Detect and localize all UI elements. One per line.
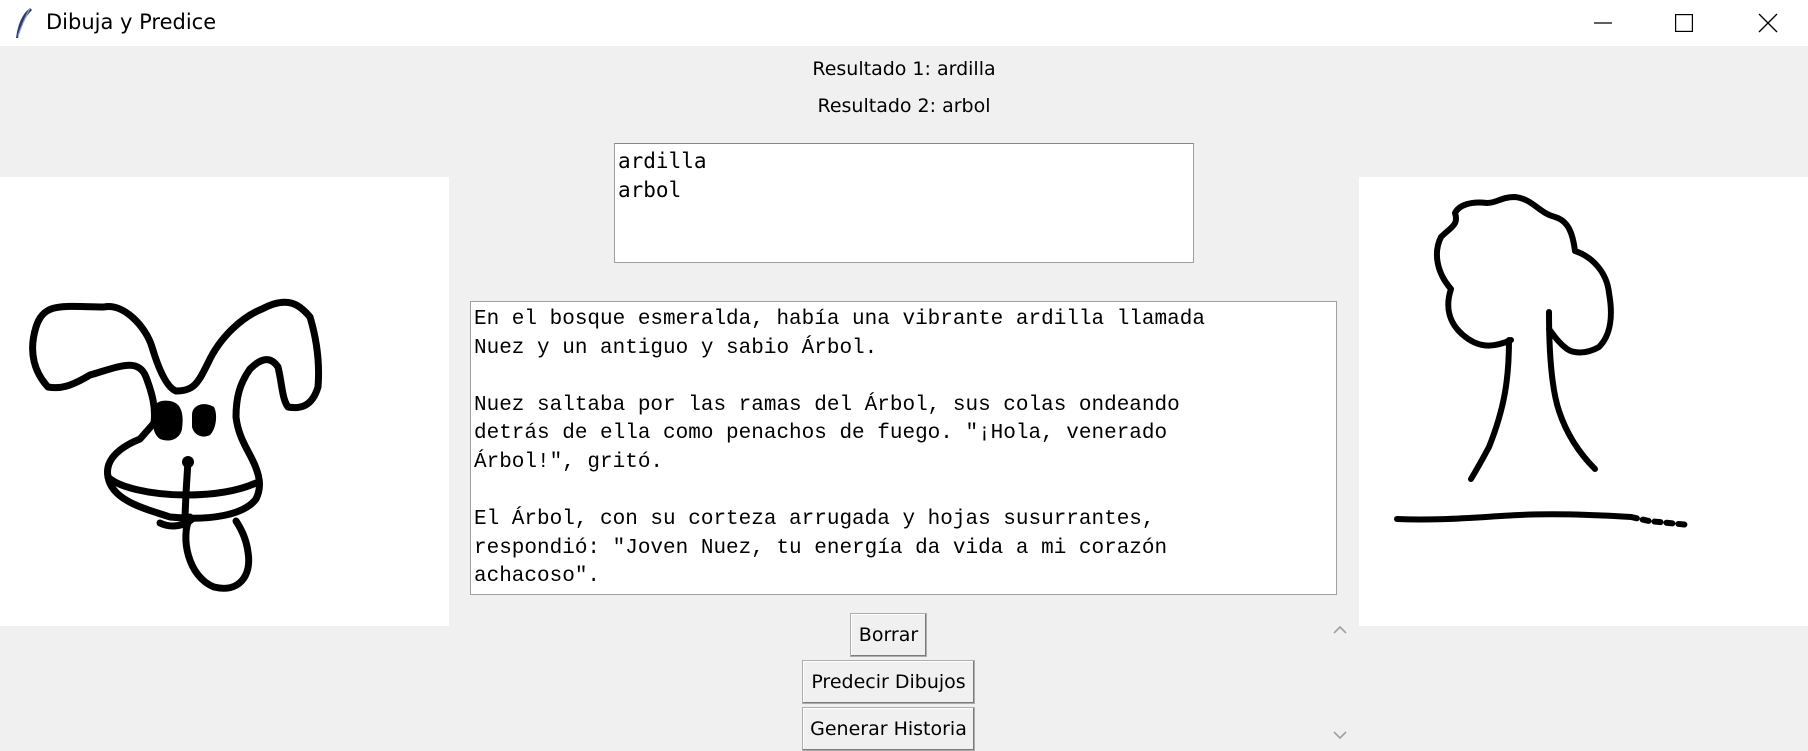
story-textbox[interactable]: En el bosque esmeralda, había una vibran… [470, 301, 1337, 595]
minimize-icon [1594, 22, 1612, 24]
result-1-label: Resultado 1: ardilla [812, 58, 996, 80]
generate-story-button[interactable]: Generar Historia [802, 707, 975, 751]
drawing-canvas-left[interactable] [0, 177, 449, 626]
title-bar: Dibuja y Predice [0, 0, 1808, 46]
list-item[interactable]: ardilla [618, 147, 1190, 176]
scroll-down-icon[interactable] [1327, 727, 1353, 743]
close-icon [1758, 13, 1778, 33]
story-paragraph: Nuez saltaba por las ramas del Árbol, su… [474, 393, 1180, 474]
feather-icon [16, 7, 32, 38]
story-paragraph: El Árbol, con su corteza arrugada y hoja… [474, 508, 1168, 589]
maximize-icon [1675, 14, 1693, 32]
scroll-up-icon[interactable] [1327, 622, 1353, 638]
close-button[interactable] [1728, 0, 1808, 46]
story-paragraph: En el bosque esmeralda, había una vibran… [474, 308, 1205, 360]
predictions-listbox[interactable]: ardilla arbol [614, 143, 1194, 263]
window-title: Dibuja y Predice [46, 10, 217, 34]
clear-button[interactable]: Borrar [850, 613, 927, 657]
drawing-canvas-right[interactable] [1359, 177, 1808, 626]
story-scrollbar[interactable] [1327, 614, 1353, 749]
list-item[interactable]: arbol [618, 176, 1190, 205]
predict-drawings-button[interactable]: Predecir Dibujos [802, 660, 975, 704]
minimize-button[interactable] [1563, 0, 1643, 46]
maximize-button[interactable] [1644, 0, 1724, 46]
result-2-label: Resultado 2: arbol [817, 95, 991, 117]
